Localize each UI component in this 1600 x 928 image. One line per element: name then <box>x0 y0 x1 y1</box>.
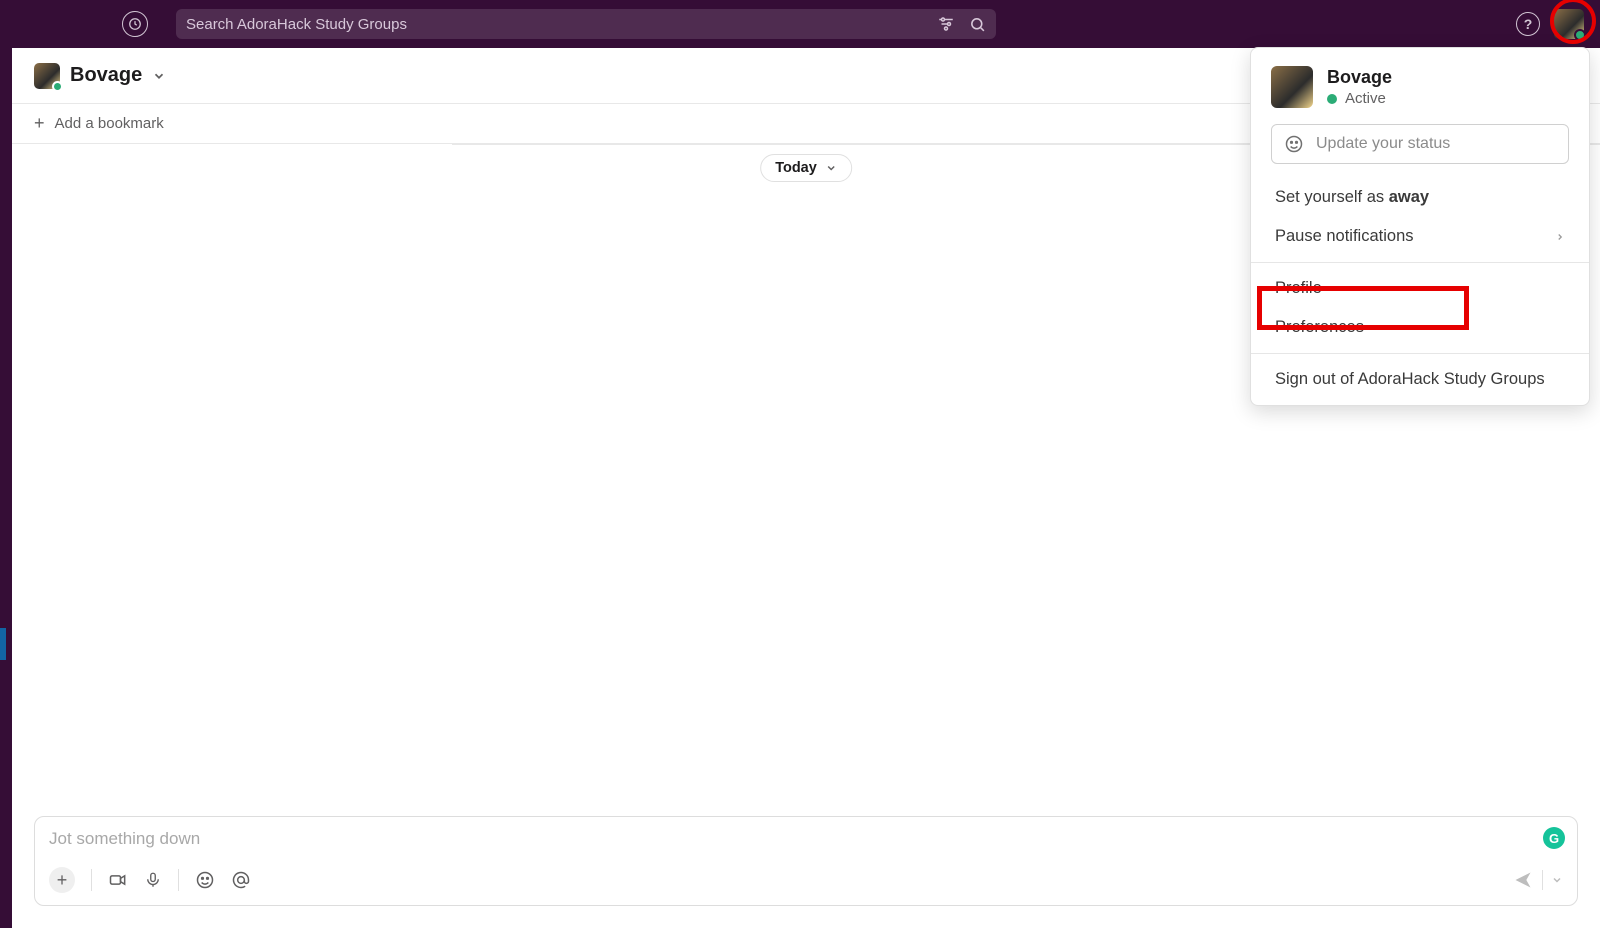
emoji-icon[interactable] <box>195 870 215 890</box>
presence-dot-icon <box>1574 29 1586 41</box>
update-status-label: Update your status <box>1316 135 1450 153</box>
composer-toolbar: + <box>49 867 1563 893</box>
profile-label: Profile <box>1275 279 1322 298</box>
video-icon[interactable] <box>108 870 128 890</box>
channel-avatar-wrap <box>34 63 60 89</box>
user-menu-status: Active <box>1327 90 1392 107</box>
user-menu: Bovage Active Update your status Set you… <box>1250 47 1590 406</box>
set-away-button[interactable]: Set yourself as away <box>1251 178 1589 217</box>
grammarly-icon[interactable]: G <box>1543 827 1565 849</box>
divider <box>1251 353 1589 354</box>
user-avatar-button[interactable] <box>1554 9 1584 39</box>
preferences-label: Preferences <box>1275 318 1364 337</box>
send-icon[interactable] <box>1512 870 1534 890</box>
date-pill[interactable]: Today <box>760 154 852 182</box>
divider <box>1251 262 1589 263</box>
composer-wrap: G + <box>12 816 1600 928</box>
left-rail <box>0 48 12 928</box>
pause-notifications-button[interactable]: Pause notifications <box>1251 217 1589 256</box>
search-input[interactable] <box>186 16 937 33</box>
rail-accent <box>0 628 6 660</box>
history-button[interactable] <box>122 11 148 37</box>
chevron-right-icon <box>1555 230 1565 244</box>
filter-icon[interactable] <box>937 15 955 33</box>
attach-button[interactable]: + <box>49 867 75 893</box>
send-options-icon[interactable] <box>1551 874 1563 886</box>
mention-icon[interactable] <box>231 870 251 890</box>
composer: G + <box>34 816 1578 906</box>
preferences-button[interactable]: Preferences <box>1251 308 1589 347</box>
set-away-bold: away <box>1389 188 1429 206</box>
avatar-icon <box>1271 66 1313 108</box>
search-bar[interactable] <box>176 9 996 39</box>
divider <box>178 869 179 891</box>
status-label: Active <box>1345 90 1386 107</box>
divider <box>91 869 92 891</box>
update-status-button[interactable]: Update your status <box>1271 124 1569 164</box>
help-button[interactable]: ? <box>1516 12 1540 36</box>
plus-icon: + <box>34 113 45 134</box>
channel-title[interactable]: Bovage <box>70 64 142 87</box>
date-pill-label: Today <box>775 160 817 176</box>
search-icon[interactable] <box>969 16 986 33</box>
add-bookmark-label: Add a bookmark <box>55 115 164 132</box>
profile-button[interactable]: Profile <box>1251 269 1589 308</box>
divider <box>1542 870 1543 890</box>
message-input[interactable] <box>49 829 1563 849</box>
presence-dot-icon <box>1327 94 1337 104</box>
user-menu-name: Bovage <box>1327 67 1392 88</box>
chevron-down-icon[interactable] <box>152 69 166 83</box>
topbar: ? <box>0 0 1600 48</box>
microphone-icon[interactable] <box>144 870 162 890</box>
presence-dot-icon <box>52 81 63 92</box>
user-menu-header: Bovage Active <box>1251 48 1589 118</box>
sign-out-button[interactable]: Sign out of AdoraHack Study Groups <box>1251 360 1589 405</box>
pause-notifications-label: Pause notifications <box>1275 227 1414 246</box>
set-away-prefix: Set yourself as <box>1275 188 1389 206</box>
sign-out-label: Sign out of AdoraHack Study Groups <box>1275 370 1545 389</box>
